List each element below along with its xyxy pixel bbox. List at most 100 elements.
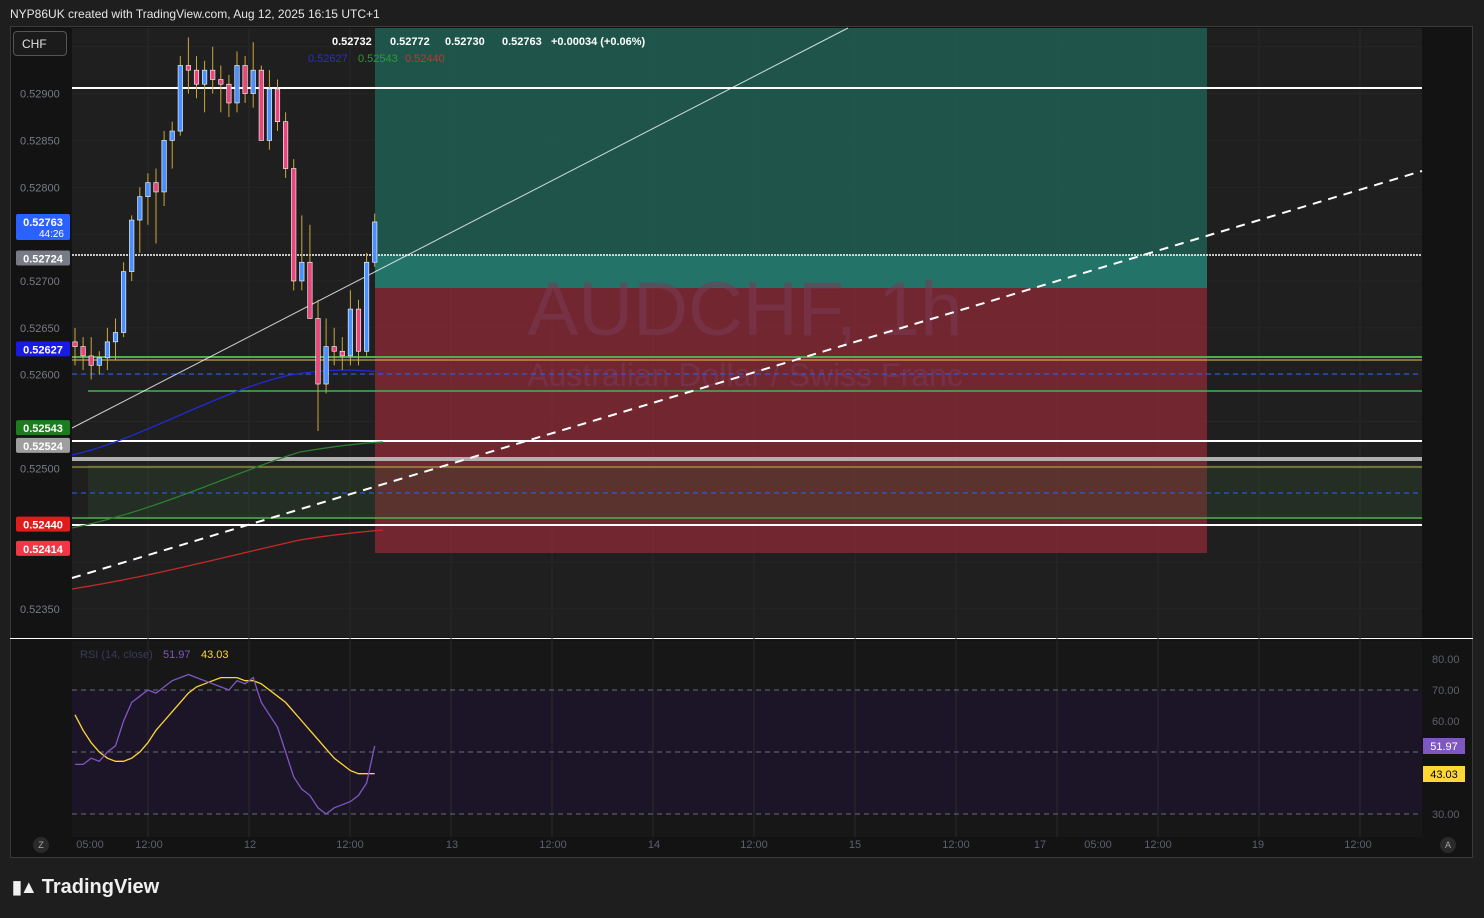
time-tick-label: 12:00: [336, 839, 364, 851]
candle-body: [339, 350, 345, 357]
time-tick-label: 05:00: [76, 839, 104, 851]
ohlc-high: 0.52772: [390, 36, 430, 48]
candle-body: [372, 221, 378, 263]
rsi-axis[interactable]: 80.00 70.00 60.00 30.00: [1432, 654, 1460, 821]
time-tick-label: 15: [849, 839, 861, 851]
candle-body: [355, 308, 362, 352]
currency-button[interactable]: CHF: [13, 31, 67, 56]
ma-green-value: 0.52543: [358, 53, 398, 65]
candle-body: [121, 271, 127, 333]
candle-body: [258, 69, 264, 141]
price-tick-label: 0.52650: [20, 323, 60, 335]
time-tick-label: 12: [244, 839, 256, 851]
candle-body: [80, 346, 86, 357]
time-tick-label: 13: [446, 839, 458, 851]
ohlc-low: 0.52730: [445, 36, 485, 48]
price-tick-label: 0.52350: [20, 604, 60, 616]
watermark-name: Australian Dollar / Swiss Franc: [527, 357, 963, 393]
time-tick-label: 17: [1034, 839, 1046, 851]
time-axis[interactable]: 05:00 12:00 12 12:00 13 12:00 14 12:00 15 12:00 17…: [76, 839, 1372, 851]
candle-body: [185, 65, 191, 71]
candle-body: [153, 182, 159, 193]
price-tag-label: 0.52543: [23, 423, 63, 435]
candle-body: [283, 121, 289, 169]
candle-body: [266, 88, 272, 141]
candle-body: [274, 88, 281, 122]
candle-body: [210, 69, 216, 80]
rsi-label: RSI (14, close): [80, 649, 153, 661]
rsi-tick-label: 60.00: [1432, 716, 1460, 728]
candle-body: [177, 65, 183, 132]
candle-body: [169, 130, 175, 141]
time-tick-label: 12:00: [740, 839, 768, 851]
price-tick-label: 0.52600: [20, 370, 60, 382]
candle-body: [307, 261, 313, 319]
profit-zone[interactable]: [375, 28, 1207, 288]
candle-body: [250, 69, 256, 94]
rsi-tick-label: 70.00: [1432, 685, 1460, 697]
rsi-header-value: 51.97: [163, 649, 191, 661]
candle-body: [331, 346, 337, 352]
tradingview-logo[interactable]: ▮▲ TradingView: [12, 876, 159, 899]
tradingview-brand-text: TradingView: [41, 876, 160, 898]
candle-body: [315, 318, 321, 385]
price-tick-label: 0.52900: [20, 89, 60, 101]
price-tag-label: 0.52724: [23, 253, 64, 265]
candle-body: [88, 355, 94, 366]
ma-blue-value: 0.52627: [308, 53, 348, 65]
price-tag-countdown: 44:26: [39, 229, 64, 240]
price-tag-label: 0.52763: [23, 217, 63, 229]
candle-body: [96, 357, 102, 366]
candle-body: [347, 308, 353, 357]
auto-scale-button[interactable]: A: [1440, 837, 1456, 853]
candle-body: [202, 69, 208, 85]
zoom-button[interactable]: Z: [33, 837, 49, 853]
rsi-header-ma-value: 43.03: [201, 649, 229, 661]
time-tick-label: 19: [1252, 839, 1264, 851]
candle-body: [129, 219, 135, 272]
candle-body: [137, 196, 143, 221]
price-tick-label: 0.52800: [20, 182, 60, 194]
ohlc-open: 0.52732: [332, 36, 372, 48]
candle-body: [299, 261, 305, 282]
candle-body: [323, 346, 329, 385]
ma-red-value: 0.52440: [405, 53, 445, 65]
price-tag-label: 0.52627: [23, 344, 63, 356]
price-tag-label: 0.52524: [23, 441, 64, 453]
rsi-ma-tag-text: 43.03: [1430, 769, 1458, 781]
time-tick-label: 12:00: [942, 839, 970, 851]
chart-canvas[interactable]: AUDCHF, 1h Australian Dollar / Swiss Fra…: [0, 0, 1484, 918]
price-tick-label: 0.52500: [20, 463, 60, 475]
ohlc-change: +0.00034 (+0.06%): [551, 36, 646, 48]
candle-body: [145, 182, 151, 197]
price-tick-label: 0.52850: [20, 135, 60, 147]
price-tick-label: 0.52700: [20, 276, 60, 288]
time-tick-label: 12:00: [539, 839, 567, 851]
candle-body: [72, 341, 78, 347]
candle-body: [193, 69, 200, 85]
candle-body: [112, 332, 119, 343]
time-tick-label: 14: [648, 839, 660, 851]
rsi-tick-label: 30.00: [1432, 809, 1460, 821]
time-tick-label: 05:00: [1084, 839, 1112, 851]
candle-body: [364, 261, 370, 352]
rsi-value-tag-text: 51.97: [1430, 741, 1458, 753]
candle-body: [234, 65, 240, 104]
time-tick-label: 12:00: [1344, 839, 1372, 851]
price-tag-label: 0.52414: [23, 544, 64, 556]
support-zone: [88, 465, 1422, 519]
tradingview-logo-icon: ▮▲: [12, 877, 38, 897]
candle-body: [218, 79, 224, 85]
rsi-tick-label: 80.00: [1432, 654, 1460, 666]
time-tick-label: 12:00: [135, 839, 163, 851]
candle-body: [104, 341, 110, 359]
price-tag-label: 0.52440: [23, 520, 63, 532]
ohlc-close: 0.52763: [502, 36, 542, 48]
candle-body: [242, 65, 248, 94]
candle-body: [161, 140, 167, 193]
candle-body: [291, 168, 297, 282]
time-tick-label: 12:00: [1144, 839, 1172, 851]
price-tags: 0.5276344:26 0.52724 0.52627 0.52543 0.52524…: [16, 213, 70, 556]
candle-body: [226, 83, 232, 104]
watermark-ticker: AUDCHF, 1h: [528, 267, 963, 352]
